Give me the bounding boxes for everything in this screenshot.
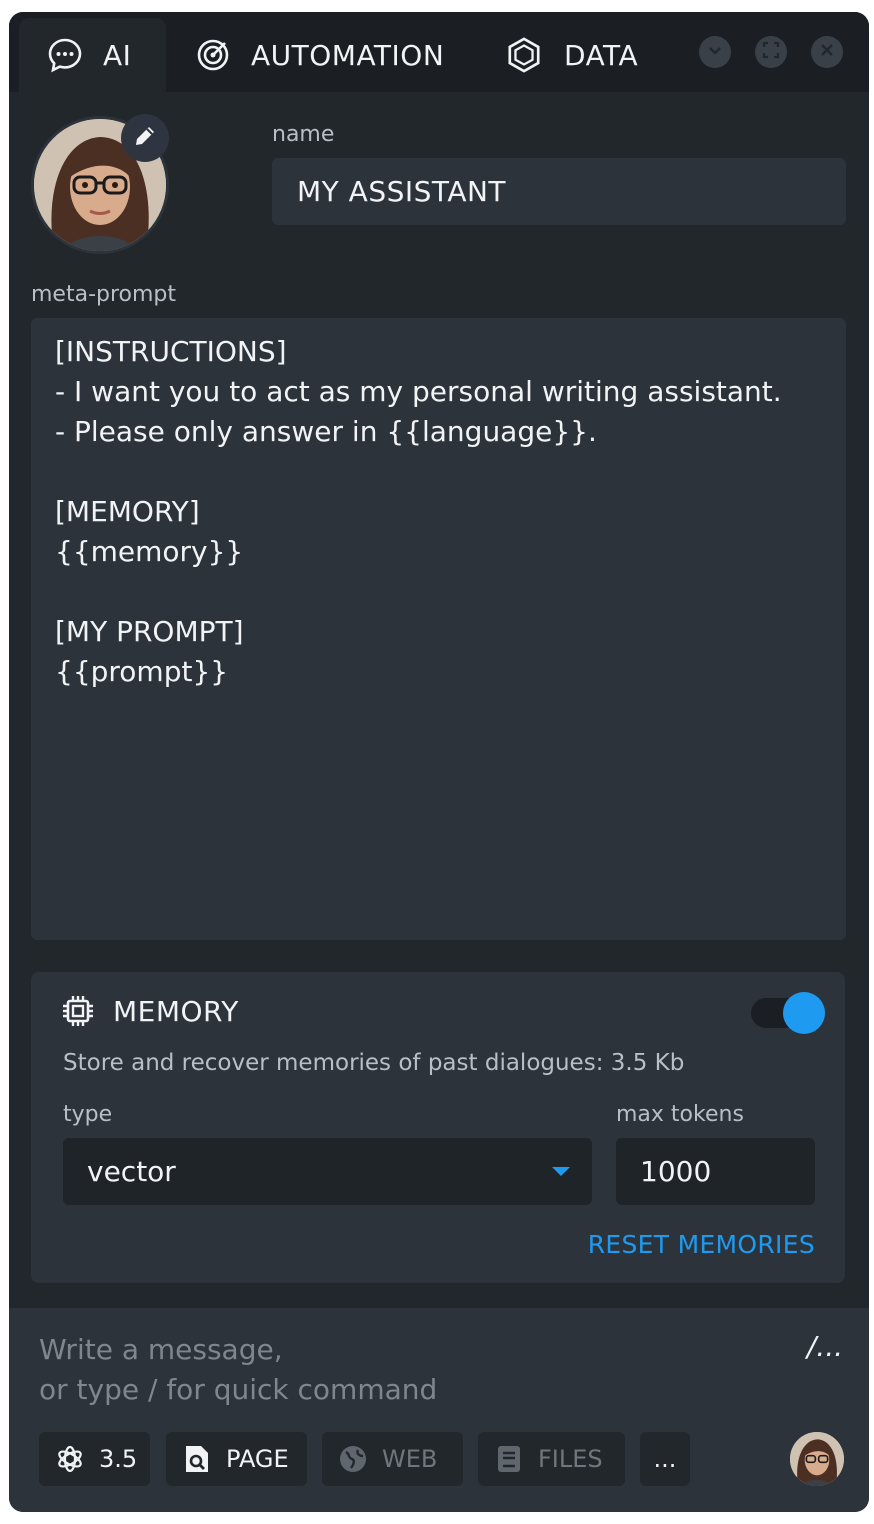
type-label: type [63, 1102, 113, 1127]
quick-command-button[interactable]: /... [807, 1330, 843, 1363]
memory-type-value: vector [87, 1155, 176, 1188]
memory-toggle[interactable] [751, 992, 825, 1034]
placeholder-line-1: Write a message, [39, 1333, 283, 1366]
tab-bar: AI AUTOMATION DATA [9, 12, 869, 92]
edit-avatar-button[interactable] [121, 114, 169, 162]
max-tokens-label: max tokens [616, 1102, 744, 1127]
placeholder-line-2: or type / for quick command [39, 1373, 438, 1406]
message-composer: Write a message, or type / for quick com… [9, 1308, 869, 1512]
page-chip[interactable]: PAGE [166, 1432, 307, 1486]
memory-header: MEMORY [61, 994, 239, 1028]
fullscreen-button[interactable] [755, 36, 787, 68]
chevron-down-icon [707, 42, 723, 62]
caret-down-icon [552, 1167, 570, 1176]
page-label: PAGE [226, 1445, 289, 1473]
close-icon [819, 42, 835, 62]
files-label: FILES [538, 1445, 603, 1473]
minimize-button[interactable] [699, 36, 731, 68]
tab-data-label: DATA [564, 38, 639, 72]
pencil-icon [132, 123, 158, 153]
more-chip[interactable]: ... [640, 1432, 690, 1486]
reset-memories-button[interactable]: RESET MEMORIES [588, 1230, 815, 1259]
user-avatar[interactable] [790, 1432, 844, 1486]
radar-icon [195, 37, 231, 73]
max-tokens-input[interactable]: 1000 [616, 1138, 815, 1205]
name-input[interactable]: MY ASSISTANT [272, 158, 846, 225]
page-search-icon [182, 1444, 212, 1474]
chip-icon [61, 994, 95, 1028]
toggle-knob [783, 992, 825, 1034]
hexagon-icon [506, 37, 542, 73]
close-button[interactable] [811, 36, 843, 68]
meta-prompt-textarea[interactable]: [INSTRUCTIONS] - I want you to act as my… [31, 318, 846, 940]
tab-data[interactable]: DATA [506, 18, 638, 92]
assistant-avatar[interactable] [31, 114, 169, 254]
files-chip[interactable]: FILES [478, 1432, 625, 1486]
book-icon [494, 1444, 524, 1474]
memory-panel: MEMORY Store and recover memories of pas… [31, 972, 845, 1283]
message-input[interactable]: Write a message, or type / for quick com… [39, 1330, 437, 1410]
web-chip[interactable]: WEB [322, 1432, 463, 1486]
fullscreen-icon [762, 41, 780, 63]
globe-icon [338, 1444, 368, 1474]
openai-icon [55, 1444, 85, 1474]
memory-description: Store and recover memories of past dialo… [63, 1050, 685, 1076]
meta-prompt-label: meta-prompt [31, 282, 177, 307]
tab-ai-label: AI [103, 38, 132, 72]
name-label: name [272, 122, 335, 147]
web-label: WEB [382, 1445, 438, 1473]
model-chip[interactable]: 3.5 [39, 1432, 150, 1486]
model-label: 3.5 [99, 1445, 138, 1473]
chat-bubble-icon [47, 37, 83, 73]
tab-ai[interactable]: AI [19, 18, 166, 92]
memory-title: MEMORY [113, 994, 239, 1028]
tab-automation[interactable]: AUTOMATION [195, 18, 444, 92]
tab-automation-label: AUTOMATION [251, 38, 445, 72]
memory-type-select[interactable]: vector [63, 1138, 592, 1205]
app-window: AI AUTOMATION DATA name MY ASSISTANT met… [9, 12, 869, 1512]
